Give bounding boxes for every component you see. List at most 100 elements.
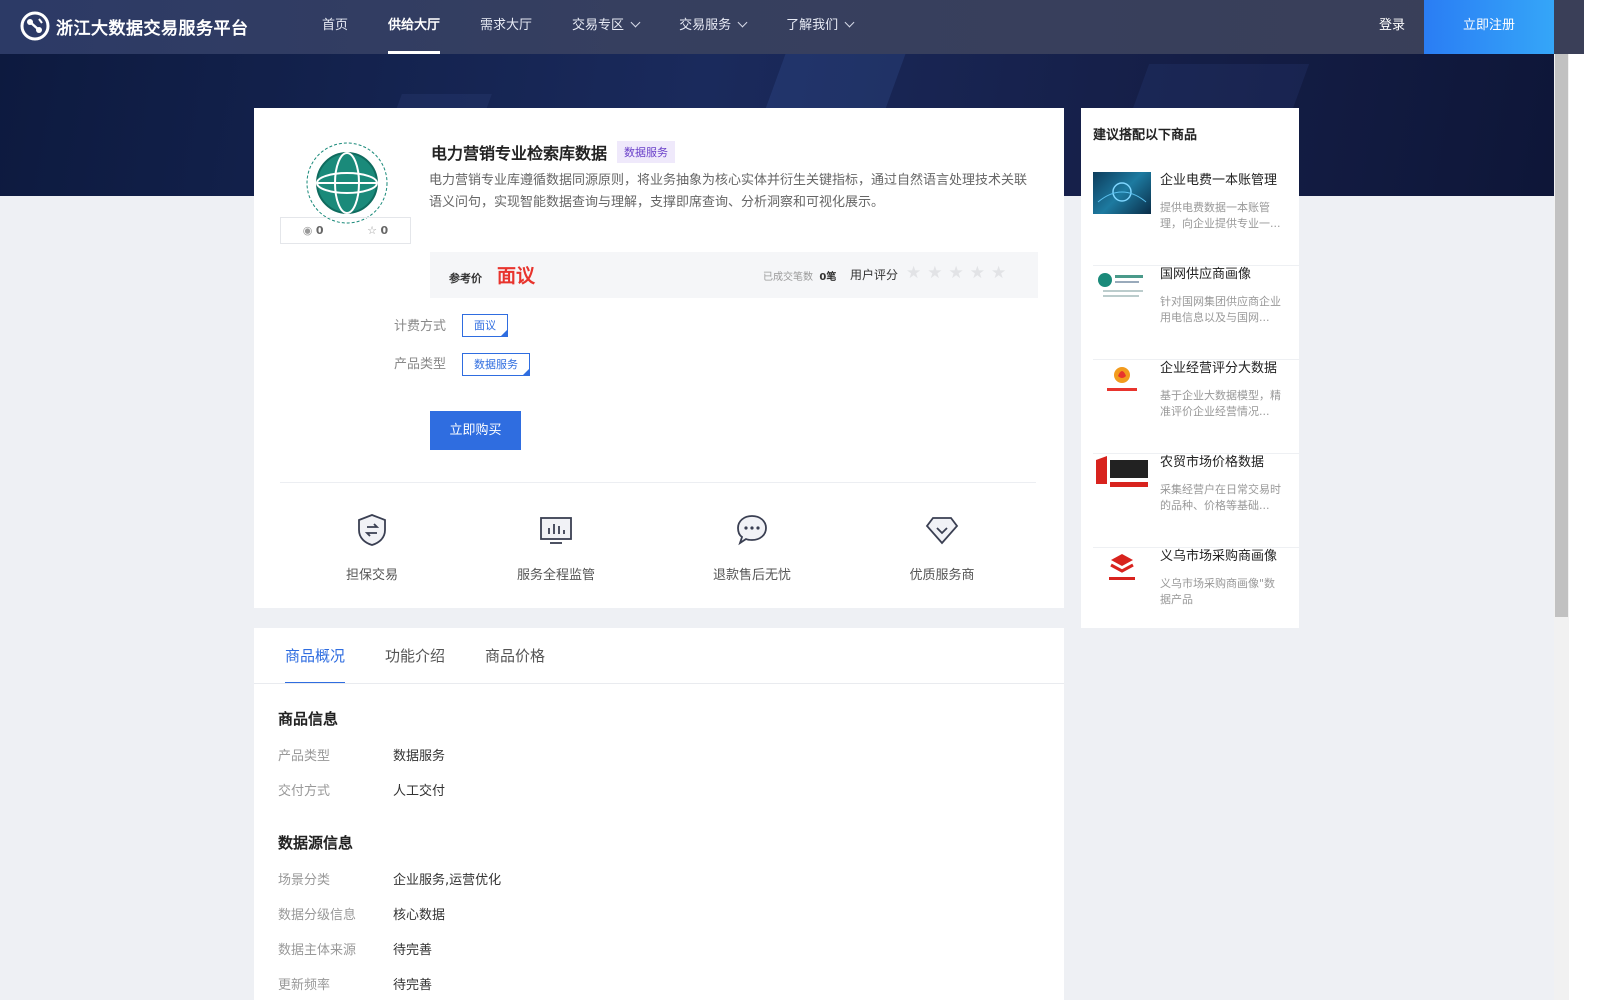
guarantee-label: 优质服务商 [909, 568, 975, 583]
product-description: 电力营销专业库遵循数据同源原则，将业务抽象为核心实体并衍生关键指标，通过自然语言… [429, 173, 1028, 210]
recommendation-panel: 建议搭配以下商品 企业电费一本账管理 提供电费数据一本账管理，向企业提供专业一.… [1081, 108, 1299, 628]
recommend-item[interactable]: 农贸市场价格数据 采集经营户在日常交易时的品种、价格等基础... [1093, 454, 1299, 548]
tab-features[interactable]: 功能介绍 [385, 628, 445, 684]
recommend-name: 企业电费一本账管理 [1160, 173, 1278, 188]
chevron-down-icon [844, 17, 855, 28]
nav-label: 首页 [322, 18, 349, 33]
buy-now-button[interactable]: 立即购买 [430, 411, 521, 450]
xicheng-securities-logo-icon [1109, 554, 1135, 580]
billing-option[interactable]: 面议 [462, 314, 508, 337]
nav-supply-hall[interactable]: 供给大厅 [368, 0, 460, 54]
view-count: ◉ 0 [302, 224, 324, 237]
guarantee-label: 退款售后无忧 [712, 568, 791, 583]
recommend-name: 农贸市场价格数据 [1160, 455, 1265, 470]
type-label: 产品类型 [394, 357, 447, 372]
recommend-desc: 义乌市场采购商画像"数据产品 [1160, 577, 1276, 606]
info-label: 场景分类 [278, 873, 331, 888]
guoyan-software-logo-icon [1096, 456, 1148, 487]
chat-bubble-icon [737, 515, 767, 546]
recommend-thumbnail [1093, 548, 1151, 590]
star-icon: ★ [991, 263, 1007, 283]
recommend-item[interactable]: 国网供应商画像 针对国网集团供应商企业用电信息以及与国网... [1093, 266, 1299, 360]
rating-label: 用户评分 [850, 268, 899, 282]
platform-logo-icon [20, 11, 50, 41]
favorite-count[interactable]: ☆ 0 [367, 224, 388, 237]
nav-label: 供给大厅 [388, 18, 441, 33]
state-grid-logo-icon [306, 142, 388, 224]
detail-tabs: 商品概况 功能介绍 商品价格 [285, 628, 545, 684]
guarantee-label: 担保交易 [345, 568, 398, 583]
guarantee-quality-provider: 优质服务商 [906, 512, 978, 583]
recommend-thumbnail [1093, 172, 1151, 214]
register-button[interactable]: 立即注册 [1424, 0, 1554, 54]
product-title: 电力营销专业检索库数据 [431, 144, 608, 163]
chevron-down-icon [630, 17, 641, 28]
recommend-item[interactable]: 企业经营评分大数据 基于企业大数据模型，精准评价企业经营情况... [1093, 360, 1299, 454]
diamond-icon [925, 517, 959, 545]
info-value: 待完善 [393, 943, 433, 958]
deal-count-label: 已成交笔数 [763, 272, 813, 283]
recommend-item[interactable]: 企业电费一本账管理 提供电费数据一本账管理，向企业提供专业一... [1093, 172, 1299, 266]
monitor-chart-icon [540, 517, 572, 544]
rating-stars: ★ ★ ★ ★ ★ [906, 263, 1006, 283]
main-nav: 首页 供给大厅 需求大厅 交易专区 交易服务 了解我们 [302, 0, 873, 54]
price-label: 参考价 [449, 272, 482, 285]
tab-overview[interactable]: 商品概况 [285, 628, 346, 684]
recommend-name: 企业经营评分大数据 [1160, 361, 1278, 376]
info-label: 数据主体来源 [278, 943, 357, 958]
recommend-thumbnail [1093, 360, 1151, 402]
product-detail-card: 商品概况 功能介绍 商品价格 商品信息 产品类型 数据服务 交付方式 人工交付 … [254, 628, 1064, 1000]
tab-pricing[interactable]: 商品价格 [485, 628, 545, 684]
price-value: 面议 [497, 265, 536, 287]
nav-trade-zone[interactable]: 交易专区 [552, 0, 659, 54]
guarantee-label: 服务全程监管 [516, 568, 595, 583]
nav-label: 了解我们 [786, 18, 839, 33]
recommend-desc: 提供电费数据一本账管理，向企业提供专业一... [1160, 201, 1281, 230]
guarantee-refund: 退款售后无忧 [710, 512, 794, 583]
huoshi-logo-icon [1107, 367, 1137, 391]
billing-label: 计费方式 [394, 319, 447, 334]
deal-count-value: 0笔 [819, 272, 837, 283]
section-title-product-info: 商品信息 [278, 710, 339, 728]
info-label: 更新频率 [278, 978, 331, 993]
star-icon: ★ [906, 263, 922, 283]
product-card: ◉ 0 ☆ 0 电力营销专业检索库数据 数据服务 电力营销专业库遵循数据同源原则… [254, 108, 1064, 608]
guarantee-secured-trade: 担保交易 [336, 512, 408, 583]
deal-count: 已成交笔数 0笔 [763, 268, 836, 283]
recommend-desc: 针对国网集团供应商企业用电信息以及与国网... [1160, 295, 1281, 324]
nav-label: 交易服务 [679, 18, 732, 33]
login-link[interactable]: 登录 [1360, 0, 1424, 54]
recommendation-title: 建议搭配以下商品 [1093, 128, 1198, 143]
nav-trade-service[interactable]: 交易服务 [659, 0, 766, 54]
type-option[interactable]: 数据服务 [462, 353, 530, 376]
price-bar: 参考价 面议 已成交笔数 0笔 用户评分 ★ ★ ★ ★ ★ [430, 252, 1038, 298]
info-value: 人工交付 [393, 784, 446, 799]
product-title-row: 电力营销专业检索库数据 数据服务 [431, 140, 676, 164]
star-icon: ★ [948, 263, 964, 283]
top-navbar: 浙江大数据交易服务平台 首页 供给大厅 需求大厅 交易专区 交易服务 了解我们 … [0, 0, 1584, 54]
data-network-icon [1097, 182, 1147, 203]
provider-logo [302, 138, 392, 228]
info-value: 数据服务 [393, 749, 446, 764]
recommend-desc: 基于企业大数据模型，精准评价企业经营情况... [1160, 389, 1281, 418]
nav-demand-hall[interactable]: 需求大厅 [460, 0, 552, 54]
page-scrollbar-thumb[interactable] [1555, 0, 1568, 617]
recommend-desc: 采集经营户在日常交易时的品种、价格等基础... [1160, 483, 1281, 512]
recommend-thumbnail [1093, 266, 1151, 308]
state-grid-doc-icon [1098, 273, 1143, 297]
favorite-count-value: 0 [380, 224, 389, 237]
recommend-name: 义乌市场采购商画像 [1160, 549, 1278, 564]
info-value: 企业服务,运营优化 [393, 873, 502, 888]
recommend-item[interactable]: 义乌市场采购商画像 义乌市场采购商画像"数据产品 [1093, 548, 1299, 642]
info-label: 数据分级信息 [278, 908, 357, 923]
nav-label: 交易专区 [572, 18, 625, 33]
recommend-thumbnail [1093, 454, 1151, 496]
nav-home[interactable]: 首页 [302, 0, 368, 54]
section-title-source-info: 数据源信息 [278, 834, 354, 852]
info-label: 交付方式 [278, 784, 331, 799]
brand-logo[interactable]: 浙江大数据交易服务平台 [20, 11, 249, 41]
info-value: 待完善 [393, 978, 433, 993]
info-value: 核心数据 [393, 908, 446, 923]
page-margin [1569, 0, 1600, 1000]
nav-about-us[interactable]: 了解我们 [766, 0, 873, 54]
